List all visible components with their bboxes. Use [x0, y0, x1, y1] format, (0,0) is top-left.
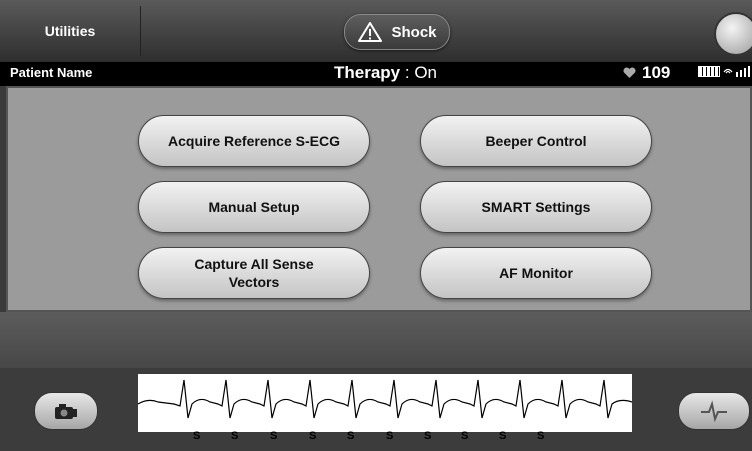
sense-markers: S S S S S S S S S S	[0, 430, 752, 444]
sense-marker: S	[461, 430, 469, 442]
device-status	[698, 66, 752, 77]
camera-icon	[55, 404, 77, 419]
therapy-status: Therapy : On	[334, 63, 437, 83]
heart-rate: 109	[623, 63, 670, 83]
utilities-button[interactable]: Utilities	[0, 6, 141, 56]
sense-marker: S	[386, 430, 394, 442]
capture-all-sense-vectors-button[interactable]: Capture All Sense Vectors	[138, 247, 370, 299]
signal-icon	[723, 66, 750, 77]
therapy-label: Therapy	[334, 63, 401, 82]
sense-marker: S	[424, 430, 432, 442]
utilities-label: Utilities	[44, 23, 96, 39]
shock-button[interactable]: Shock	[344, 14, 450, 50]
separator-band	[0, 312, 752, 368]
menu-item-label: Acquire Reference S-ECG	[168, 133, 340, 149]
capture-button[interactable]	[34, 392, 98, 430]
ecg-waveform	[138, 379, 632, 419]
sense-marker: S	[499, 430, 507, 442]
snapshot-icon	[701, 400, 727, 422]
af-monitor-button[interactable]: AF Monitor	[420, 247, 652, 299]
battery-icon	[698, 66, 720, 77]
heart-rate-value: 109	[642, 63, 671, 82]
therapy-separator: :	[400, 63, 415, 82]
corner-logo-icon[interactable]	[714, 12, 752, 56]
menu-item-label: AF Monitor	[499, 265, 573, 281]
menu-item-label: Beeper Control	[485, 133, 587, 149]
smart-settings-button[interactable]: SMART Settings	[420, 181, 652, 233]
menu-item-label: Manual Setup	[208, 199, 300, 215]
top-bar: Utilities Shock	[0, 0, 752, 63]
status-bar: Patient Name Therapy : On 109	[0, 62, 752, 86]
utilities-menu-panel: Acquire Reference S-ECG Beeper Control M…	[6, 86, 752, 312]
ecg-rhythm-strip	[138, 374, 632, 432]
heart-icon	[623, 67, 636, 78]
patient-name: Patient Name	[10, 65, 93, 80]
therapy-value: On	[414, 63, 437, 82]
sense-marker: S	[347, 430, 355, 442]
acquire-reference-secg-button[interactable]: Acquire Reference S-ECG	[138, 115, 370, 167]
sense-marker: S	[270, 430, 278, 442]
shock-label: Shock	[391, 23, 437, 41]
warning-triangle-icon	[358, 22, 383, 42]
snapshot-button[interactable]	[678, 392, 750, 430]
menu-item-label: SMART Settings	[481, 199, 591, 215]
beeper-control-button[interactable]: Beeper Control	[420, 115, 652, 167]
sense-marker: S	[537, 430, 545, 442]
sense-marker: S	[309, 430, 317, 442]
sense-marker: S	[193, 430, 201, 442]
sense-marker: S	[231, 430, 239, 442]
manual-setup-button[interactable]: Manual Setup	[138, 181, 370, 233]
menu-item-label: Capture All Sense Vectors	[194, 256, 314, 290]
